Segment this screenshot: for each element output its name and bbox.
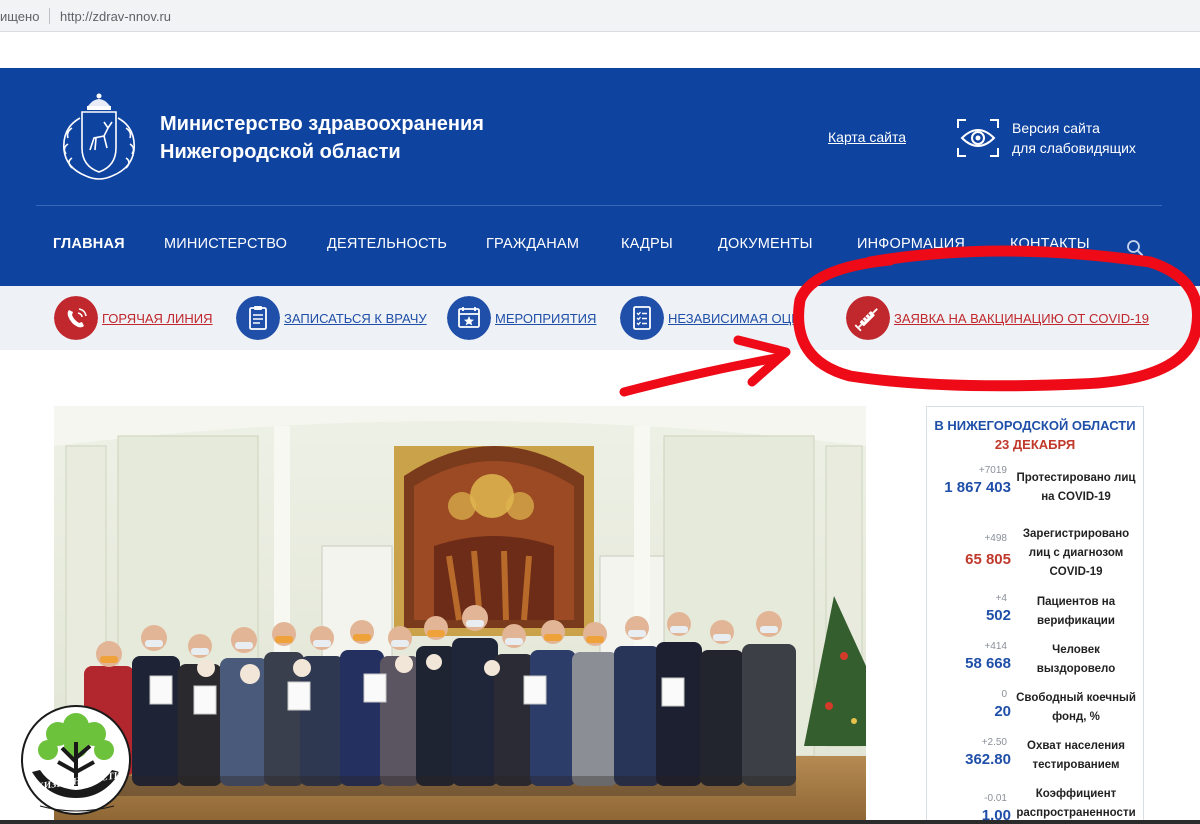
header-divider — [36, 205, 1162, 206]
stat-value: 362.80 — [965, 751, 1011, 768]
eye-icon[interactable] — [956, 118, 1000, 158]
nav-item-documents[interactable]: ДОКУМЕНТЫ — [718, 236, 813, 252]
stat-item: +4 502 Пациентов на верификации — [927, 593, 1143, 641]
search-icon[interactable] — [1126, 239, 1144, 257]
title-line-2: Нижегородской области — [160, 141, 401, 163]
quick-link-label: НЕЗАВИСИМАЯ ОЦЕ — [668, 311, 798, 326]
stat-delta: 0 — [1001, 689, 1007, 700]
stat-item: +414 58 668 Человек выздоровело — [927, 641, 1143, 689]
stat-item: +2.50 362.80 Охват населения тестировани… — [927, 737, 1143, 785]
quick-link-label: ЗАЯВКА НА ВАКЦИНАЦИЮ ОТ COVID-19 — [894, 311, 1149, 326]
covid-stats-panel: В НИЖЕГОРОДСКОЙ ОБЛАСТИ 23 ДЕКАБРЯ +7019… — [926, 406, 1144, 824]
stat-value: 20 — [994, 703, 1011, 720]
calendar-star-icon — [447, 296, 491, 340]
stat-label: Человек выздоровело — [1036, 644, 1116, 675]
stat-delta: +498 — [984, 533, 1007, 544]
clipboard-icon — [236, 296, 280, 340]
nav-item-staff[interactable]: КАДРЫ — [621, 236, 673, 252]
stat-value: 502 — [985, 607, 1011, 624]
security-text: ищено — [0, 9, 40, 24]
url-text[interactable]: http://zdrav-nnov.ru — [60, 9, 171, 24]
quick-link-label: ЗАПИСАТЬСЯ К ВРАЧУ — [284, 311, 427, 326]
stat-value: 65 805 — [965, 551, 1011, 568]
stats-date: 23 ДЕКАБРЯ — [994, 437, 1076, 452]
nav-item-activity[interactable]: ДЕЯТЕЛЬНОСТЬ — [327, 236, 447, 252]
coat-of-arms-icon[interactable] — [52, 88, 146, 186]
bottom-edge-bar — [0, 820, 1200, 824]
stat-label: Зарегистрировано лиц с диагнозом COVID-1… — [1022, 528, 1130, 578]
quick-links-bar: ГОРЯЧАЯ ЛИНИЯ ЗАПИСАТЬСЯ К ВРАЧУ МЕРОПРИ… — [0, 286, 1200, 350]
stat-label: Пациентов на верификации — [1036, 596, 1116, 627]
syringe-icon — [846, 296, 890, 340]
stat-value: 1 867 403 — [944, 479, 1011, 496]
news-photo[interactable] — [54, 406, 866, 824]
stat-label: Коэффициент распространенности — [1016, 788, 1136, 819]
nav-item-home[interactable]: ГЛАВНАЯ — [53, 236, 125, 252]
stat-delta: -0.01 — [984, 793, 1007, 804]
low-vision-version-link[interactable]: Версия сайта для слабовидящих — [1012, 118, 1136, 158]
stat-delta: +414 — [984, 641, 1007, 652]
quick-link-independent-assessment[interactable]: НЕЗАВИСИМАЯ ОЦЕ — [620, 296, 798, 340]
page-title[interactable]: Министерство здравоохранения Нижегородск… — [160, 110, 484, 166]
stat-delta: +2.50 — [981, 737, 1007, 748]
nav-item-information[interactable]: ИНФОРМАЦИЯ — [857, 236, 965, 252]
main-nav: ГЛАВНАЯ МИНИСТЕРСТВО ДЕЯТЕЛЬНОСТЬ ГРАЖДА… — [0, 236, 1200, 258]
quick-link-label: МЕРОПРИЯТИЯ — [495, 311, 597, 326]
stat-item: -0.01 1.00 Коэффициент распространенност… — [927, 785, 1143, 824]
vision-line-2: для слабовидящих — [1012, 140, 1136, 156]
tree-hands-logo-icon — [21, 705, 131, 815]
checklist-icon — [620, 296, 664, 340]
address-separator — [49, 8, 50, 24]
quick-link-label: ГОРЯЧАЯ ЛИНИЯ — [102, 311, 213, 326]
sitemap-link[interactable]: Карта сайта — [828, 129, 906, 145]
stat-value: 58 668 — [965, 655, 1011, 672]
stat-label: Протестировано лиц на COVID-19 — [1016, 472, 1136, 503]
nav-item-ministry[interactable]: МИНИСТЕРСТВО — [164, 236, 287, 252]
stat-delta: +7019 — [978, 465, 1007, 476]
stat-item: +7019 1 867 403 Протестировано лиц на CO… — [927, 465, 1143, 513]
page-root: ищено http://zdrav-nnov.ru Министерство … — [0, 0, 1200, 824]
stat-item: 0 20 Свободный коечный фонд, % — [927, 689, 1143, 737]
nav-item-contacts[interactable]: КОНТАКТЫ — [1010, 236, 1090, 252]
stat-item: +498 65 805 Зарегистрировано лиц с диагн… — [927, 525, 1143, 578]
stats-heading: В НИЖЕГОРОДСКОЙ ОБЛАСТИ — [934, 418, 1136, 433]
phone-icon — [54, 296, 98, 340]
browser-address-bar[interactable]: ищено http://zdrav-nnov.ru — [0, 0, 1200, 32]
nav-item-citizens[interactable]: ГРАЖДАНАМ — [486, 236, 579, 252]
stat-label: Охват населения тестированием — [1027, 740, 1125, 771]
stat-label: Свободный коечный фонд, % — [1016, 692, 1136, 723]
stat-delta: +4 — [995, 593, 1007, 604]
site-header: Министерство здравоохранения Нижегородск… — [0, 68, 1200, 286]
vision-line-1: Версия сайта — [1012, 120, 1100, 136]
title-line-1: Министерство здравоохранения — [160, 113, 484, 135]
